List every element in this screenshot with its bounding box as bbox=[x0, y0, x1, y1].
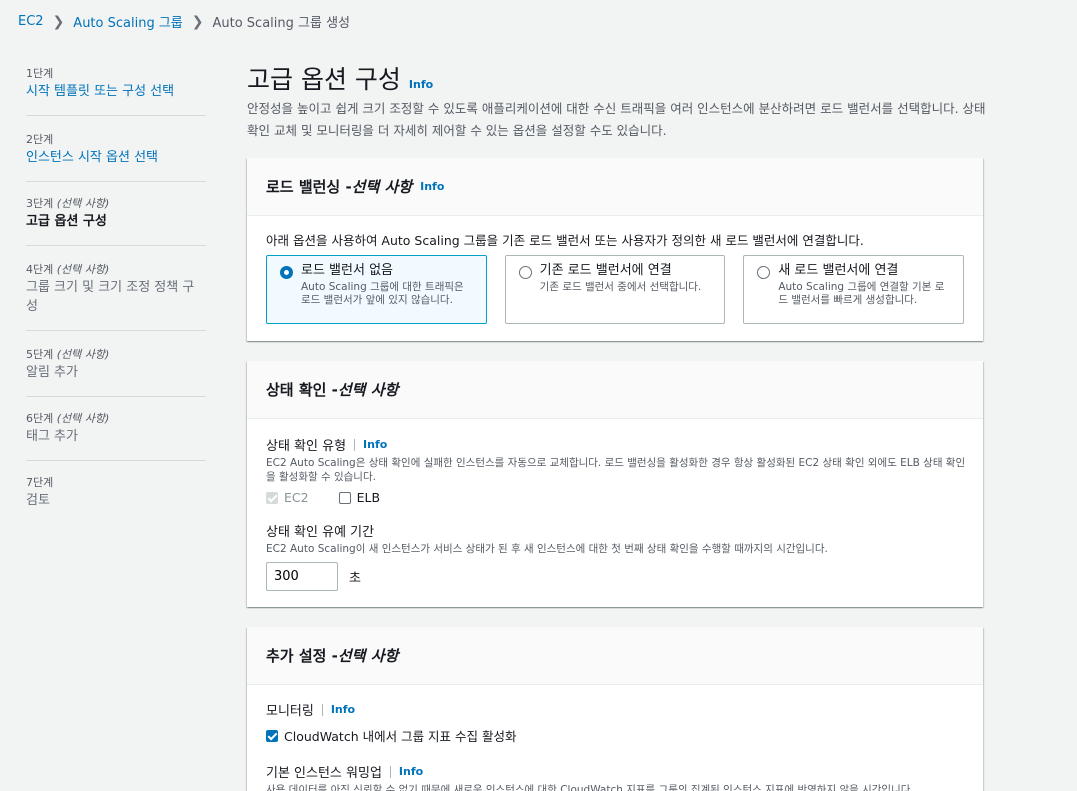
page-info-link[interactable]: Info bbox=[409, 78, 433, 91]
step-label: 5단계 (선택 사항) bbox=[26, 348, 110, 361]
ec2-checkbox bbox=[266, 491, 278, 504]
option-existing-load-balancer[interactable]: 기존 로드 밸런서에 연결 기존 로드 밸런서 중에서 선택합니다. bbox=[504, 255, 726, 324]
health-check-info-link[interactable]: Info bbox=[363, 438, 387, 451]
load-balancer-options: 로드 밸런서 없음 Auto Scaling 그룹에 대한 트래픽은 로드 밸런… bbox=[266, 255, 965, 324]
health-check-panel: 상태 확인 - 선택 사항 상태 확인 유형 Info EC2 Auto Sca… bbox=[247, 361, 983, 607]
monitoring-label: 모니터링 Info bbox=[266, 703, 356, 719]
elb-checkbox[interactable] bbox=[338, 491, 351, 504]
option-no-load-balancer[interactable]: 로드 밸런서 없음 Auto Scaling 그룹에 대한 트래픽은 로드 밸런… bbox=[266, 255, 487, 324]
wizard-step-4: 4단계 (선택 사항) 그룹 크기 및 크기 조정 정책 구성 bbox=[26, 245, 206, 316]
page-description: 안정성을 높이고 쉽게 크기 조정할 수 있도록 애플리케이션에 대한 수신 트… bbox=[247, 101, 986, 138]
additional-settings-header: 추가 설정 - 선택 사항 bbox=[247, 627, 983, 685]
warmup-label: 기본 인스턴스 워밍업 Info bbox=[266, 765, 424, 781]
breadcrumb-ec2[interactable]: EC2 bbox=[18, 14, 44, 29]
step-label: 1단계 bbox=[26, 67, 54, 80]
radio-selected[interactable] bbox=[280, 266, 293, 279]
breadcrumb: EC2 ❯ Auto Scaling 그룹 ❯ Auto Scaling 그룹 … bbox=[18, 12, 350, 32]
additional-settings-panel: 추가 설정 - 선택 사항 모니터링 Info CloudWatch 내에서 그… bbox=[247, 627, 983, 791]
page-title: 고급 옵션 구성 Info bbox=[247, 65, 434, 94]
elb-checkbox-group[interactable]: ELB bbox=[338, 490, 380, 505]
grace-period-row: 초 bbox=[266, 562, 964, 591]
radio-unselected[interactable] bbox=[518, 266, 532, 279]
load-balancing-header: 로드 밸런싱 - 선택 사항 Info bbox=[247, 158, 983, 216]
main-content: 고급 옵션 구성 Info 안정성을 높이고 쉽게 크기 조정할 수 있도록 애… bbox=[247, 60, 986, 142]
radio-unselected[interactable] bbox=[757, 266, 771, 279]
step-1-link[interactable]: 시작 템플릿 또는 구성 선택 bbox=[26, 82, 206, 101]
load-balancing-description: 아래 옵션을 사용하여 Auto Scaling 그룹을 기존 로드 밸런서 또… bbox=[266, 233, 864, 248]
health-check-type-label: 상태 확인 유형 Info bbox=[266, 438, 388, 454]
wizard-step-5: 5단계 (선택 사항) 알림 추가 bbox=[26, 330, 206, 382]
step-label: 3단계 (선택 사항) bbox=[26, 197, 110, 210]
grace-period-desc: EC2 Auto Scaling이 새 인스턴스가 서비스 상태가 된 후 새 … bbox=[266, 543, 828, 555]
monitoring-info-link[interactable]: Info bbox=[331, 703, 355, 716]
health-check-header: 상태 확인 - 선택 사항 bbox=[247, 361, 983, 419]
step-label: 4단계 (선택 사항) bbox=[26, 263, 110, 276]
option-new-load-balancer[interactable]: 새 로드 밸런서에 연결 Auto Scaling 그룹에 연결할 기본 로드 … bbox=[743, 255, 965, 324]
additional-settings-body: 모니터링 Info CloudWatch 내에서 그룹 지표 수집 활성화 기본… bbox=[247, 685, 983, 791]
chevron-right-icon: ❯ bbox=[52, 13, 65, 30]
warmup-info-link[interactable]: Info bbox=[399, 765, 423, 778]
step-5-title: 알림 추가 bbox=[26, 365, 78, 380]
wizard-step-1: 1단계 시작 템플릿 또는 구성 선택 bbox=[26, 66, 206, 101]
load-balancing-info-link[interactable]: Info bbox=[420, 180, 444, 193]
cloudwatch-checkbox[interactable] bbox=[266, 729, 278, 742]
step-3-current: 고급 옵션 구성 bbox=[26, 214, 107, 229]
health-check-types: EC2 ELB bbox=[266, 490, 964, 505]
step-4-title: 그룹 크기 및 크기 조정 정책 구성 bbox=[26, 280, 195, 314]
grace-period-label: 상태 확인 유예 기간 bbox=[266, 525, 375, 540]
step-7-title: 검토 bbox=[26, 493, 50, 508]
breadcrumb-current: Auto Scaling 그룹 생성 bbox=[212, 16, 350, 31]
wizard-step-7: 7단계 검토 bbox=[26, 460, 206, 510]
step-2-link[interactable]: 인스턴스 시작 옵션 선택 bbox=[26, 148, 206, 167]
wizard-steps-nav: 1단계 시작 템플릿 또는 구성 선택 2단계 인스턴스 시작 옵션 선택 3단… bbox=[26, 66, 206, 524]
wizard-step-3: 3단계 (선택 사항) 고급 옵션 구성 bbox=[26, 181, 206, 231]
cloudwatch-checkbox-group[interactable]: CloudWatch 내에서 그룹 지표 수집 활성화 bbox=[266, 726, 964, 745]
grace-period-unit: 초 bbox=[349, 571, 361, 586]
load-balancing-panel: 로드 밸런싱 - 선택 사항 Info 아래 옵션을 사용하여 Auto Sca… bbox=[247, 158, 983, 341]
chevron-right-icon: ❯ bbox=[191, 13, 204, 30]
wizard-step-2: 2단계 인스턴스 시작 옵션 선택 bbox=[26, 115, 206, 167]
grace-period-input[interactable] bbox=[266, 562, 338, 591]
wizard-step-6: 6단계 (선택 사항) 태그 추가 bbox=[26, 396, 206, 446]
ec2-checkbox-group: EC2 bbox=[266, 490, 309, 505]
step-6-title: 태그 추가 bbox=[26, 429, 78, 444]
health-check-type-desc: EC2 Auto Scaling은 상태 확인에 실패한 인스턴스를 자동으로 … bbox=[266, 457, 966, 483]
load-balancing-body: 아래 옵션을 사용하여 Auto Scaling 그룹을 기존 로드 밸런서 또… bbox=[247, 216, 983, 340]
step-label: 2단계 bbox=[26, 133, 54, 146]
step-label: 6단계 (선택 사항) bbox=[26, 412, 110, 425]
breadcrumb-auto-scaling-groups[interactable]: Auto Scaling 그룹 bbox=[73, 12, 182, 31]
warmup-desc: 사용 데이터를 아직 신뢰할 수 없기 때문에 새로운 인스턴스에 대한 Clo… bbox=[266, 784, 914, 791]
step-label: 7단계 bbox=[26, 476, 54, 489]
health-check-body: 상태 확인 유형 Info EC2 Auto Scaling은 상태 확인에 실… bbox=[247, 419, 983, 607]
